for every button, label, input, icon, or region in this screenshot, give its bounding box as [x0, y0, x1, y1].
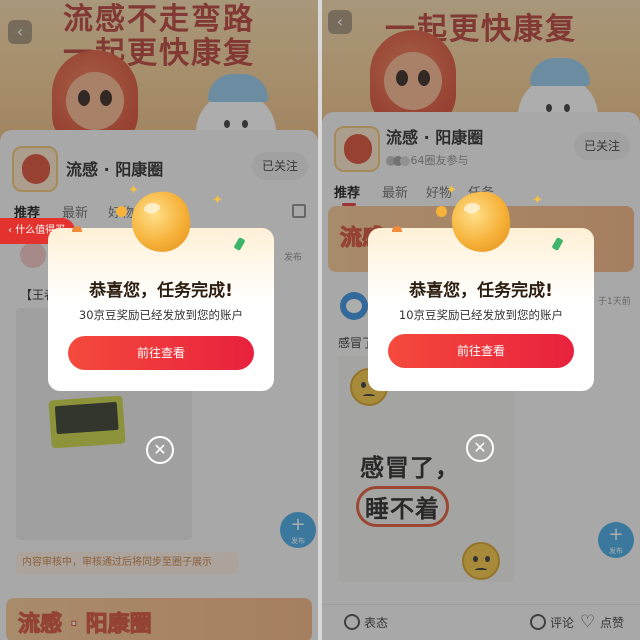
sparkle-icon: ✦: [128, 183, 139, 198]
sparkle-icon: ✦: [212, 193, 223, 208]
coin-icon: [436, 206, 447, 217]
modal-message: 10京豆奖励已经发放到您的账户: [398, 308, 564, 322]
close-icon[interactable]: ✕: [466, 434, 494, 462]
confetti-icon: [72, 226, 82, 232]
sparkle-icon: ✦: [532, 193, 543, 208]
modal-message: 30京豆奖励已经发放到您的账户: [78, 308, 244, 322]
screen-right: 一起更快康复 ‹ 流感 · 阳康圈 64圈友参与 已关注 推荐 最新 好物 任务…: [322, 0, 640, 640]
close-icon[interactable]: ✕: [146, 436, 174, 464]
modal-title: 恭喜您，任务完成!: [89, 281, 233, 301]
view-reward-button[interactable]: 前往查看: [388, 334, 574, 368]
screen-left: 流感不走弯路 一起更快康复 ‹ 流感 · 阳康圈 已关注 推荐 最新 好物 发布…: [0, 0, 318, 640]
reward-modal: 恭喜您，任务完成! 10京豆奖励已经发放到您的账户 前往查看: [368, 228, 594, 391]
sparkle-icon: ✦: [446, 183, 457, 198]
screenshot-stage: 流感不走弯路 一起更快康复 ‹ 流感 · 阳康圈 已关注 推荐 最新 好物 发布…: [0, 0, 640, 640]
confetti-icon: [392, 226, 402, 232]
view-reward-button[interactable]: 前往查看: [68, 336, 254, 370]
reward-modal: 恭喜您，任务完成! 30京豆奖励已经发放到您的账户 前往查看: [48, 228, 274, 391]
coin-icon: [116, 206, 127, 217]
modal-title: 恭喜您，任务完成!: [409, 281, 553, 301]
